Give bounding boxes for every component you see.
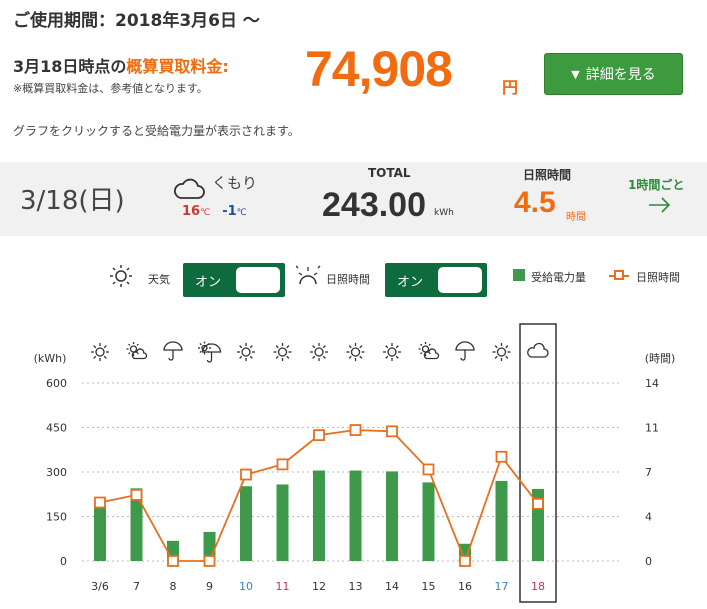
y-tick-left: 600 xyxy=(46,377,67,390)
y-tick-left: 450 xyxy=(46,422,67,435)
power-bar[interactable] xyxy=(495,480,508,561)
sunshine-point[interactable] xyxy=(386,425,398,438)
umbrella-sun-icon xyxy=(198,341,222,363)
y-tick-right: 7 xyxy=(645,466,652,479)
y-tick-right: 4 xyxy=(645,511,652,524)
x-tick-label: 12 xyxy=(312,580,326,593)
sunshine-point[interactable] xyxy=(532,497,544,510)
x-tick-label: 16 xyxy=(458,580,472,593)
x-tick-label: 8 xyxy=(170,580,177,593)
x-tick-label: 7 xyxy=(133,580,140,593)
sunshine-point[interactable] xyxy=(349,424,362,436)
sunshine-point[interactable] xyxy=(495,450,508,463)
sun-icon xyxy=(383,343,401,361)
x-tick-label: 15 xyxy=(422,580,436,593)
y-tick-left: 300 xyxy=(46,466,67,479)
y-tick-right: 14 xyxy=(645,377,659,390)
sun-icon xyxy=(273,343,292,361)
sunshine-point[interactable] xyxy=(167,555,179,567)
cloud-icon xyxy=(527,342,549,358)
x-tick-label: 11 xyxy=(276,580,290,593)
sun-icon xyxy=(492,343,511,361)
x-tick-label: 3/6 xyxy=(91,580,109,593)
sunshine-point[interactable] xyxy=(422,463,435,476)
sunshine-point[interactable] xyxy=(459,555,471,567)
sun-icon xyxy=(237,343,255,361)
y-tick-left: 0 xyxy=(60,555,67,568)
sunshine-point[interactable] xyxy=(94,496,106,509)
power-bar[interactable] xyxy=(240,486,252,561)
sun-cloud-icon xyxy=(418,342,440,360)
power-bar[interactable] xyxy=(349,470,362,561)
x-tick-label: 10 xyxy=(239,580,253,593)
sunshine-point[interactable] xyxy=(203,555,216,567)
x-tick-label: 14 xyxy=(385,580,399,593)
sun-cloud-icon xyxy=(126,342,148,360)
x-tick-label: 18 xyxy=(531,580,545,593)
y-axis-left-label: (kWh) xyxy=(34,352,67,365)
power-bar[interactable] xyxy=(386,471,398,561)
power-sunshine-chart[interactable]: (kWh) (時間) 600 14 450 11 300 7 150 4 0 0 3/6 7 8 9 10 11 1… xyxy=(0,0,707,609)
y-tick-right: 0 xyxy=(645,555,652,568)
umbrella-icon xyxy=(455,341,475,361)
y-tick-left: 150 xyxy=(46,511,67,524)
x-tick-label: 13 xyxy=(349,580,363,593)
sunshine-point[interactable] xyxy=(130,488,143,501)
power-bar[interactable] xyxy=(422,482,435,561)
y-axis-right-label: (時間) xyxy=(645,352,676,365)
sun-icon xyxy=(346,343,365,361)
sun-icon xyxy=(310,343,328,361)
sunshine-point[interactable] xyxy=(313,429,325,442)
sunshine-point[interactable] xyxy=(276,458,289,471)
power-bar[interactable] xyxy=(94,507,106,561)
umbrella-icon xyxy=(163,341,183,361)
sun-icon xyxy=(91,343,109,361)
x-tick-label: 9 xyxy=(206,580,213,593)
y-tick-right: 11 xyxy=(645,422,659,435)
power-bar[interactable] xyxy=(276,484,289,561)
x-tick-label: 17 xyxy=(495,580,509,593)
sunshine-point[interactable] xyxy=(240,468,252,481)
power-bar[interactable] xyxy=(313,470,325,561)
